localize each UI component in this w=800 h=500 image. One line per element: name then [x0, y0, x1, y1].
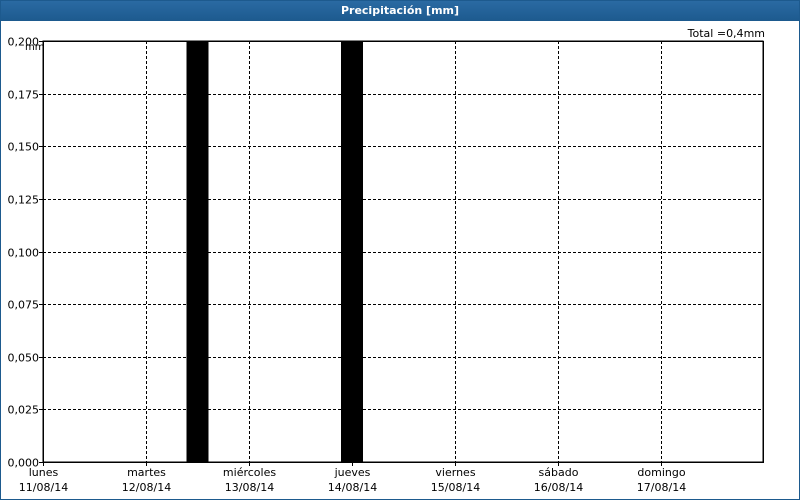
y-tick-label: 0,100 — [8, 247, 40, 260]
chart-window: Precipitación [mm] Total =0,4mm mm 0,000… — [0, 0, 800, 500]
y-tick-label: 0,125 — [8, 194, 40, 207]
x-tick-date: 13/08/14 — [225, 481, 274, 494]
x-tick-day-name: viernes — [435, 466, 475, 479]
x-tick-date: 14/08/14 — [328, 481, 377, 494]
x-tick-date: 12/08/14 — [122, 481, 171, 494]
x-tick-date: 11/08/14 — [19, 481, 68, 494]
y-tick-label: 0,175 — [8, 89, 40, 102]
x-tick-day-name: lunes — [29, 466, 59, 479]
x-tick-day-name: miércoles — [223, 466, 276, 479]
precipitation-bar — [341, 41, 363, 462]
x-tick-date: 17/08/14 — [637, 481, 686, 494]
y-tick-label: 0,025 — [8, 404, 40, 417]
x-tick-date: 15/08/14 — [431, 481, 480, 494]
y-tick-label: 0,050 — [8, 352, 40, 365]
y-tick-label: 0,075 — [8, 299, 40, 312]
plot-area — [42, 40, 764, 463]
x-tick-day-name: jueves — [334, 466, 371, 479]
x-tick-date: 16/08/14 — [534, 481, 583, 494]
x-tick-day-name: martes — [127, 466, 166, 479]
precipitation-chart: 0,0000,0250,0500,0750,1000,1250,1500,175… — [8, 36, 764, 494]
x-tick-day-name: domingo — [637, 466, 685, 479]
precipitation-bar — [186, 41, 209, 462]
x-tick-day-name: sábado — [539, 466, 579, 479]
y-tick-label: 0,200 — [8, 36, 40, 49]
y-tick-label: 0,150 — [8, 141, 40, 154]
